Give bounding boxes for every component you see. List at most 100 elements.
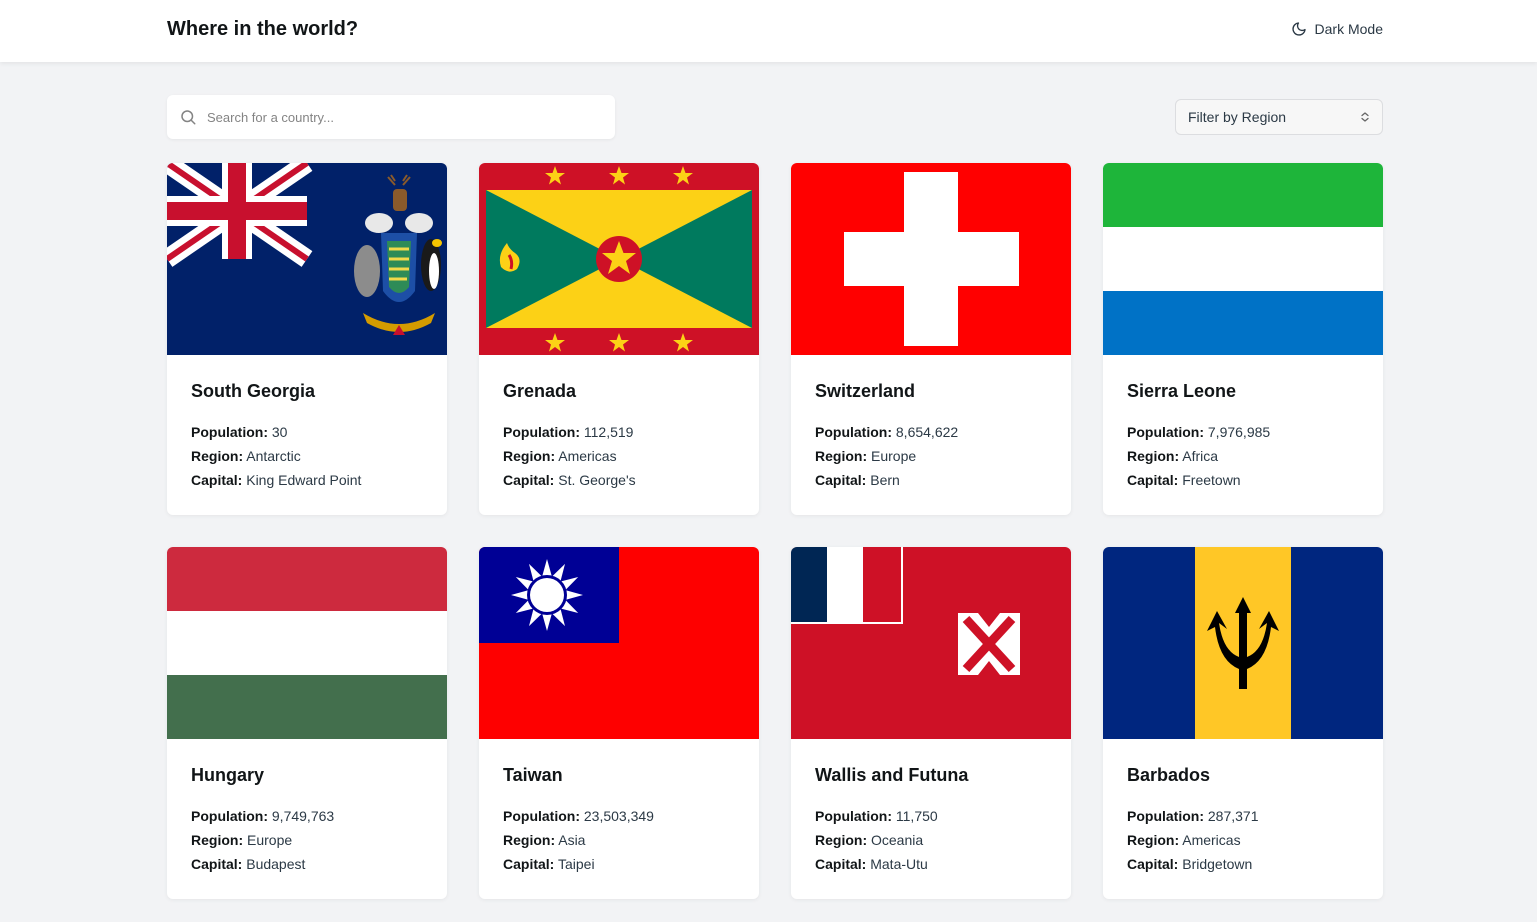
population-label: Population: xyxy=(815,808,892,824)
region-line: Region: Oceania xyxy=(815,828,1047,852)
region-line: Region: Americas xyxy=(1127,828,1359,852)
country-card[interactable]: Switzerland Population: 8,654,622 Region… xyxy=(791,163,1071,515)
country-card[interactable]: Grenada Population: 112,519 Region: Amer… xyxy=(479,163,759,515)
region-label: Region: xyxy=(815,832,868,848)
moon-icon xyxy=(1291,22,1306,36)
population-value: 287,371 xyxy=(1207,808,1259,824)
capital-value: Taipei xyxy=(557,856,595,872)
country-name: Hungary xyxy=(191,765,265,785)
capital-line: Capital: St. George's xyxy=(503,468,735,492)
population-label: Population: xyxy=(815,424,892,440)
capital-line: Capital: Bern xyxy=(815,468,1047,492)
sierra-leone-flag xyxy=(1103,163,1383,355)
population-label: Population: xyxy=(191,808,268,824)
population-value: 7,976,985 xyxy=(1207,424,1271,440)
population-value: 9,749,763 xyxy=(271,808,335,824)
region-value: Europe xyxy=(871,448,917,464)
capital-line: Capital: Taipei xyxy=(503,852,735,876)
search-icon xyxy=(181,110,196,125)
country-card[interactable]: Barbados Population: 287,371 Region: Ame… xyxy=(1103,547,1383,899)
country-card[interactable]: Sierra Leone Population: 7,976,985 Regio… xyxy=(1103,163,1383,515)
capital-line: Capital: Budapest xyxy=(191,852,423,876)
region-label: Region: xyxy=(815,448,868,464)
population-value: 23,503,349 xyxy=(583,808,654,824)
region-value: Africa xyxy=(1182,448,1219,464)
country-name: Barbados xyxy=(1127,765,1211,785)
population-line: Population: 30 xyxy=(191,420,423,444)
wallis-and-futuna-flag xyxy=(791,547,1071,739)
population-line: Population: 23,503,349 xyxy=(503,804,735,828)
region-value: Americas xyxy=(558,448,617,464)
switzerland-flag xyxy=(791,163,1071,355)
country-name: Grenada xyxy=(503,381,577,401)
region-value: Asia xyxy=(558,832,586,848)
country-grid: South Georgia Population: 30 Region: Ant… xyxy=(167,163,1383,899)
capital-value: Bern xyxy=(870,472,900,488)
population-value: 11,750 xyxy=(895,808,938,824)
region-line: Region: Europe xyxy=(191,828,423,852)
capital-label: Capital: xyxy=(815,472,867,488)
app-title: Where in the world? xyxy=(167,18,359,40)
capital-line: Capital: Bridgetown xyxy=(1127,852,1359,876)
capital-line: Capital: Mata-Utu xyxy=(815,852,1047,876)
capital-label: Capital: xyxy=(191,856,243,872)
region-label: Region: xyxy=(503,448,556,464)
capital-value: Bridgetown xyxy=(1182,856,1253,872)
country-card[interactable]: South Georgia Population: 30 Region: Ant… xyxy=(167,163,447,515)
country-name: Taiwan xyxy=(503,765,563,785)
region-label: Region: xyxy=(191,832,244,848)
region-value: Oceania xyxy=(871,832,924,848)
population-label: Population: xyxy=(503,424,580,440)
capital-value: Mata-Utu xyxy=(870,856,928,872)
region-line: Region: Antarctic xyxy=(191,444,423,468)
grenada-flag xyxy=(479,163,759,355)
population-line: Population: 112,519 xyxy=(503,420,735,444)
capital-value: St. George's xyxy=(558,472,636,488)
population-value: 112,519 xyxy=(583,424,634,440)
population-line: Population: 9,749,763 xyxy=(191,804,423,828)
region-filter-label: Filter by Region xyxy=(1188,109,1287,125)
population-value: 8,654,622 xyxy=(895,424,959,440)
population-line: Population: 287,371 xyxy=(1127,804,1359,828)
region-label: Region: xyxy=(191,448,244,464)
region-label: Region: xyxy=(503,832,556,848)
capital-label: Capital: xyxy=(191,472,243,488)
country-card[interactable]: Taiwan Population: 23,503,349 Region: As… xyxy=(479,547,759,899)
search-input[interactable] xyxy=(205,108,589,126)
population-label: Population: xyxy=(1127,808,1204,824)
population-label: Population: xyxy=(503,808,580,824)
population-line: Population: 8,654,622 xyxy=(815,420,1047,444)
capital-label: Capital: xyxy=(1127,856,1179,872)
population-line: Population: 11,750 xyxy=(815,804,1047,828)
country-card[interactable]: Wallis and Futuna Population: 11,750 Reg… xyxy=(791,547,1071,899)
country-name: Wallis and Futuna xyxy=(815,765,969,785)
population-line: Population: 7,976,985 xyxy=(1127,420,1359,444)
hungary-flag xyxy=(167,547,447,739)
capital-label: Capital: xyxy=(503,472,555,488)
barbados-flag xyxy=(1103,547,1383,739)
capital-line: Capital: Freetown xyxy=(1127,468,1359,492)
saltire-emblem xyxy=(958,613,1020,675)
country-card[interactable]: Hungary Population: 9,749,763 Region: Eu… xyxy=(167,547,447,899)
region-value: Americas xyxy=(1182,832,1241,848)
dark-mode-label: Dark Mode xyxy=(1314,21,1383,37)
region-label: Region: xyxy=(1127,832,1180,848)
south-georgia-flag xyxy=(167,163,447,355)
country-name: Sierra Leone xyxy=(1127,381,1237,401)
region-label: Region: xyxy=(1127,448,1180,464)
region-line: Region: Americas xyxy=(503,444,735,468)
taiwan-flag xyxy=(479,547,759,739)
capital-label: Capital: xyxy=(815,856,867,872)
dark-mode-toggle[interactable]: Dark Mode xyxy=(1291,21,1383,37)
app-header: Where in the world? Dark Mode xyxy=(0,0,1537,62)
region-filter-select[interactable]: Filter by Region xyxy=(1175,99,1383,135)
population-label: Population: xyxy=(1127,424,1204,440)
capital-line: Capital: King Edward Point xyxy=(191,468,423,492)
population-value: 30 xyxy=(271,424,288,440)
search-box[interactable] xyxy=(167,95,615,139)
population-label: Population: xyxy=(191,424,268,440)
region-value: Antarctic xyxy=(246,448,301,464)
region-line: Region: Africa xyxy=(1127,444,1359,468)
region-line: Region: Asia xyxy=(503,828,735,852)
capital-label: Capital: xyxy=(1127,472,1179,488)
